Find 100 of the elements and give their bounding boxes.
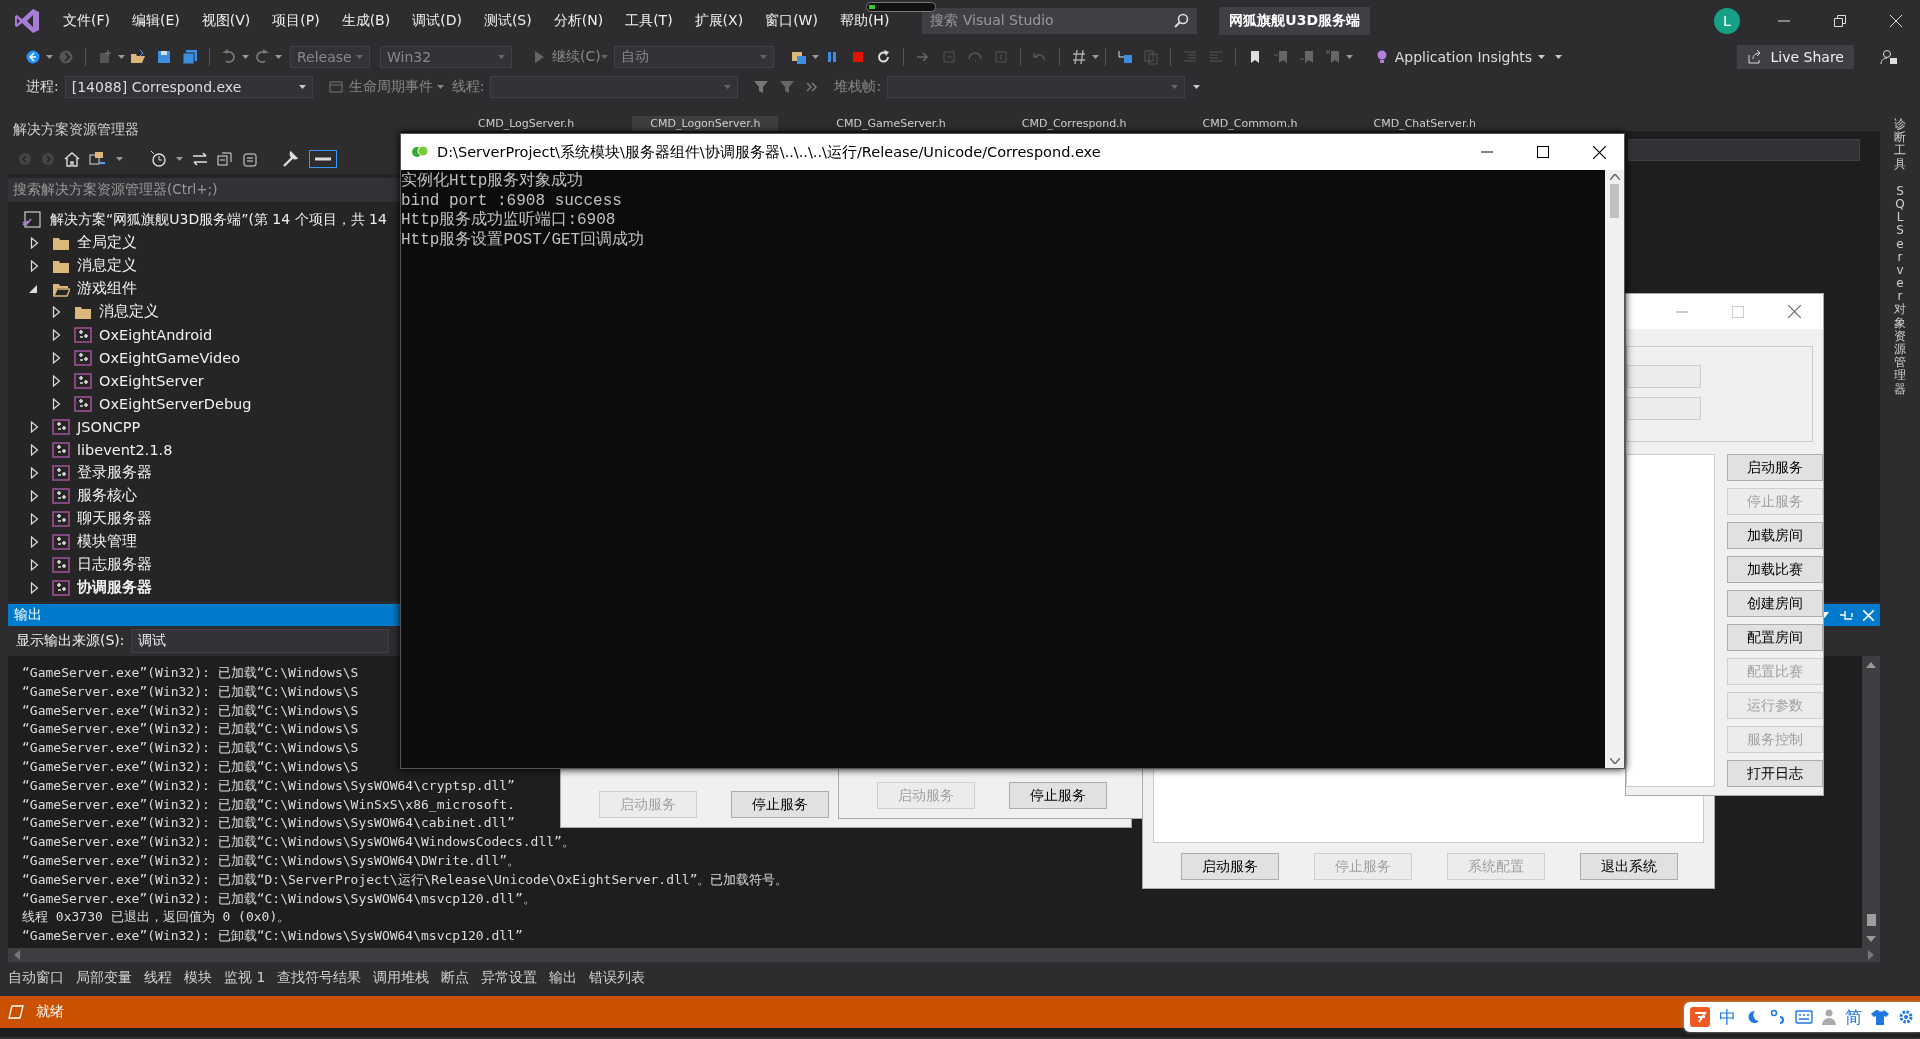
panel-tab[interactable]: 输出	[543, 969, 584, 987]
lifecycle-events-button[interactable]: 生命周期事件	[348, 78, 433, 96]
dialog-button[interactable]: 停止服务	[731, 791, 829, 818]
dialog-button[interactable]: 加载比赛	[1727, 556, 1823, 583]
tree-item[interactable]: 游戏组件	[77, 279, 137, 298]
vertical-scrollbar[interactable]	[1605, 170, 1624, 768]
pin-icon[interactable]	[1839, 609, 1853, 621]
expand-arrow-icon[interactable]	[29, 420, 39, 433]
restart-icon[interactable]	[875, 49, 892, 65]
caret-icon[interactable]	[118, 55, 125, 59]
thread-icon[interactable]	[1116, 49, 1133, 65]
expand-arrow-icon[interactable]	[51, 397, 61, 410]
vertical-scrollbar[interactable]	[1862, 656, 1880, 948]
editor-tab[interactable]: CMD_ChatServer.h	[1355, 116, 1494, 131]
text-field[interactable]	[1627, 365, 1701, 389]
menu-item[interactable]: 测试(S)	[472, 12, 543, 30]
tree-item[interactable]: 消息定义	[77, 256, 137, 275]
user-icon[interactable]	[1822, 1009, 1836, 1025]
menu-item[interactable]: 文件(F)	[52, 12, 121, 30]
shirt-icon[interactable]	[1871, 1009, 1889, 1025]
menu-item[interactable]: 编辑(E)	[121, 12, 191, 30]
expand-arrow-icon[interactable]	[29, 489, 39, 502]
menu-item[interactable]: 扩展(X)	[683, 12, 755, 30]
caret-icon[interactable]	[436, 85, 444, 89]
horizontal-scrollbar[interactable]	[8, 948, 1880, 962]
expand-arrow-icon[interactable]	[29, 581, 39, 594]
editor-tab[interactable]: CMD_LogServer.h	[460, 116, 593, 131]
process-icon[interactable]	[790, 49, 807, 65]
panel-tab[interactable]: 错误列表	[583, 969, 652, 987]
caret-icon[interactable]	[298, 85, 306, 89]
bookmark-clear-icon[interactable]	[1324, 49, 1341, 65]
editor-tab[interactable]: CMD_Correspond.h	[1003, 116, 1145, 131]
maximize-icon[interactable]	[1537, 146, 1549, 158]
feedback-icon[interactable]	[1880, 48, 1898, 66]
switch-views-icon[interactable]	[89, 151, 107, 167]
dialog-button[interactable]: 停止服务	[1009, 782, 1107, 809]
tree-item[interactable]: OxEightGameVideo	[99, 349, 241, 366]
expand-arrow-icon[interactable]	[29, 443, 39, 456]
platform-dropdown[interactable]: Win32	[380, 46, 512, 68]
editor-tab[interactable]: CMD_LogonServer.h	[632, 116, 779, 131]
tree-item[interactable]: 模块管理	[77, 532, 137, 551]
expand-arrow-icon[interactable]	[29, 535, 39, 548]
panel-tab[interactable]: 线程	[138, 969, 178, 987]
editor-tab[interactable]: CMD_GameServer.h	[818, 116, 964, 131]
caret-icon[interactable]	[275, 55, 282, 59]
dialog-button[interactable]: 加载房间	[1727, 522, 1823, 549]
expand-arrow-icon[interactable]	[29, 236, 39, 249]
expand-arrow-icon[interactable]	[51, 305, 61, 318]
restore-icon[interactable]	[1834, 15, 1846, 27]
menu-item[interactable]: 生成(B)	[330, 12, 402, 30]
debug-target-dropdown[interactable]: 自动	[613, 46, 774, 68]
continue-button[interactable]: 继续(C)	[552, 48, 601, 66]
tree-item[interactable]: 登录服务器	[77, 463, 152, 482]
caret-icon[interactable]	[176, 157, 183, 161]
tree-item[interactable]: 日志服务器	[77, 555, 152, 574]
bookmark-next-icon[interactable]	[1298, 49, 1315, 65]
menu-item[interactable]: 项目(P)	[261, 12, 331, 30]
panel-tab[interactable]: 监视 1	[218, 969, 272, 987]
caret-icon[interactable]	[1345, 55, 1353, 59]
ime-logo-icon[interactable]	[1690, 1007, 1710, 1027]
solution-node[interactable]: 解决方案“网狐旗舰U3D服务端”(第 14 个项目，共 14	[50, 210, 387, 229]
search-field[interactable]: 搜索解决方案资源管理器(Ctrl+;)	[8, 178, 400, 202]
panel-tab[interactable]: 调用堆栈	[367, 969, 436, 987]
dialog-button[interactable]: 启动服务	[1727, 454, 1823, 481]
preview-toggle-icon[interactable]	[309, 150, 337, 168]
keyboard-icon[interactable]	[1795, 1010, 1813, 1024]
close-icon[interactable]	[1593, 145, 1606, 159]
live-share-button[interactable]: Live Share	[1736, 45, 1854, 69]
editor-tab[interactable]: CMD_Commom.h	[1184, 116, 1316, 131]
forward-icon[interactable]	[58, 49, 74, 65]
panel-tab[interactable]: 局部变量	[70, 969, 138, 987]
undo-icon[interactable]	[221, 49, 237, 65]
tree-item[interactable]: 消息定义	[99, 302, 159, 321]
caret-icon[interactable]	[1555, 55, 1563, 59]
panel-tab[interactable]: 查找符号结果	[271, 969, 368, 987]
expand-arrow-icon[interactable]	[29, 259, 39, 272]
open-folder-icon[interactable]	[130, 49, 146, 65]
bookmark-prev-icon[interactable]	[1272, 49, 1289, 65]
save-icon[interactable]	[156, 49, 172, 65]
application-insights-button[interactable]: Application Insights	[1394, 49, 1533, 65]
scroll-right-icon[interactable]	[1868, 950, 1874, 960]
tree-item[interactable]: 聊天服务器	[77, 509, 152, 528]
expand-arrow-icon[interactable]	[29, 558, 39, 571]
panel-tab[interactable]: 异常设置	[475, 969, 544, 987]
home-icon[interactable]	[64, 151, 80, 167]
new-project-icon[interactable]	[97, 49, 113, 65]
caret-icon[interactable]	[116, 157, 123, 161]
menu-item[interactable]: 窗口(W)	[754, 12, 829, 30]
caret-icon[interactable]	[1193, 85, 1201, 89]
dialog-button[interactable]: 创建房间	[1727, 590, 1823, 617]
filter-clear-icon[interactable]	[779, 79, 796, 95]
back-icon[interactable]	[25, 49, 41, 65]
scroll-up-icon[interactable]	[1866, 662, 1876, 668]
tree-item[interactable]: 服务核心	[77, 486, 137, 505]
collapse-all-icon[interactable]	[217, 151, 233, 167]
menu-item[interactable]: 视图(V)	[190, 12, 262, 30]
tree-item[interactable]: 全局定义	[77, 233, 137, 252]
tree-item[interactable]: OxEightServer	[99, 372, 204, 389]
configuration-dropdown[interactable]: Release	[290, 46, 370, 68]
expand-arrow-icon[interactable]	[29, 466, 39, 479]
